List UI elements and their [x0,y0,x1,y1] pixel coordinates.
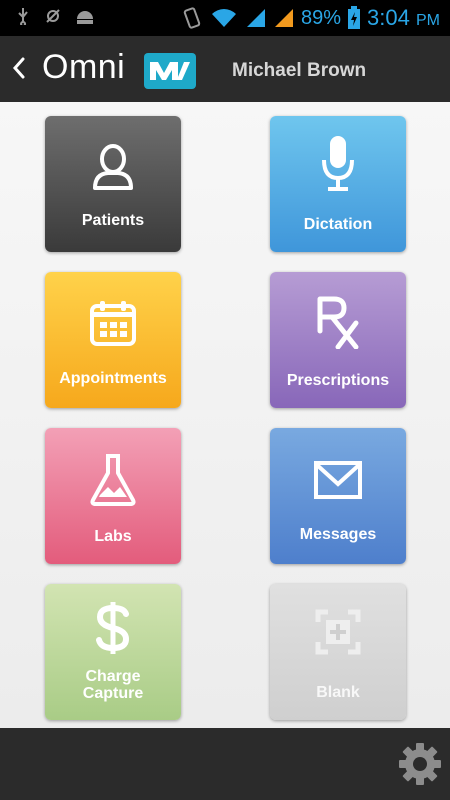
tile-label: Charge Capture [82,668,144,702]
app-logo-badge [144,53,196,89]
tile-label: Prescriptions [286,372,390,389]
envelope-icon [314,461,362,499]
signal-2-icon [275,9,294,27]
action-bar: Omni Michael Brown [0,36,450,103]
tile-prescriptions[interactable]: Prescriptions [270,272,406,408]
wifi-icon [212,9,237,27]
clock: 3:04 PM [367,5,440,30]
tile-label: Dictation [303,216,373,233]
signal-icon [247,9,266,27]
chevron-left-icon[interactable] [10,56,28,80]
user-name: Michael Brown [232,60,367,81]
tile-patients[interactable]: Patients [45,116,181,252]
tile-dictation[interactable]: Dictation [270,116,406,252]
tile-messages[interactable]: Messages [270,428,406,564]
satellite-icon [46,9,60,23]
tile-labs[interactable]: Labs [45,428,181,564]
gear-icon[interactable] [398,742,442,786]
tile-appointments[interactable]: Appointments [45,272,181,408]
tile-label: Patients [81,212,145,229]
battery-percent: 89% [301,6,342,29]
usb-icon [18,8,28,25]
tile-label: Messages [299,526,377,543]
bottom-bar [0,728,450,800]
tile-charge-capture[interactable]: Charge Capture [45,584,181,720]
calendar-icon [90,301,136,346]
android-icon [77,11,93,24]
add-frame-icon [315,609,361,655]
tile-label: Blank [316,684,360,701]
flask-icon [90,454,136,506]
mv-logo-icon [150,62,190,80]
tile-label: Labs [94,528,132,545]
rx-icon [317,296,359,349]
status-bar: 89% 3:04 PM [0,0,450,36]
battery-icon [348,6,361,29]
microphone-icon [322,136,354,191]
tile-blank[interactable]: Blank [270,584,406,720]
dollar-icon [96,602,130,654]
tile-grid: Patients Dictation Appointments Prescrip… [0,102,450,728]
app-logo-text[interactable]: Omni [42,48,125,87]
person-icon [93,144,133,190]
tile-label: Appointments [59,370,167,387]
vibrate-icon [183,7,201,29]
